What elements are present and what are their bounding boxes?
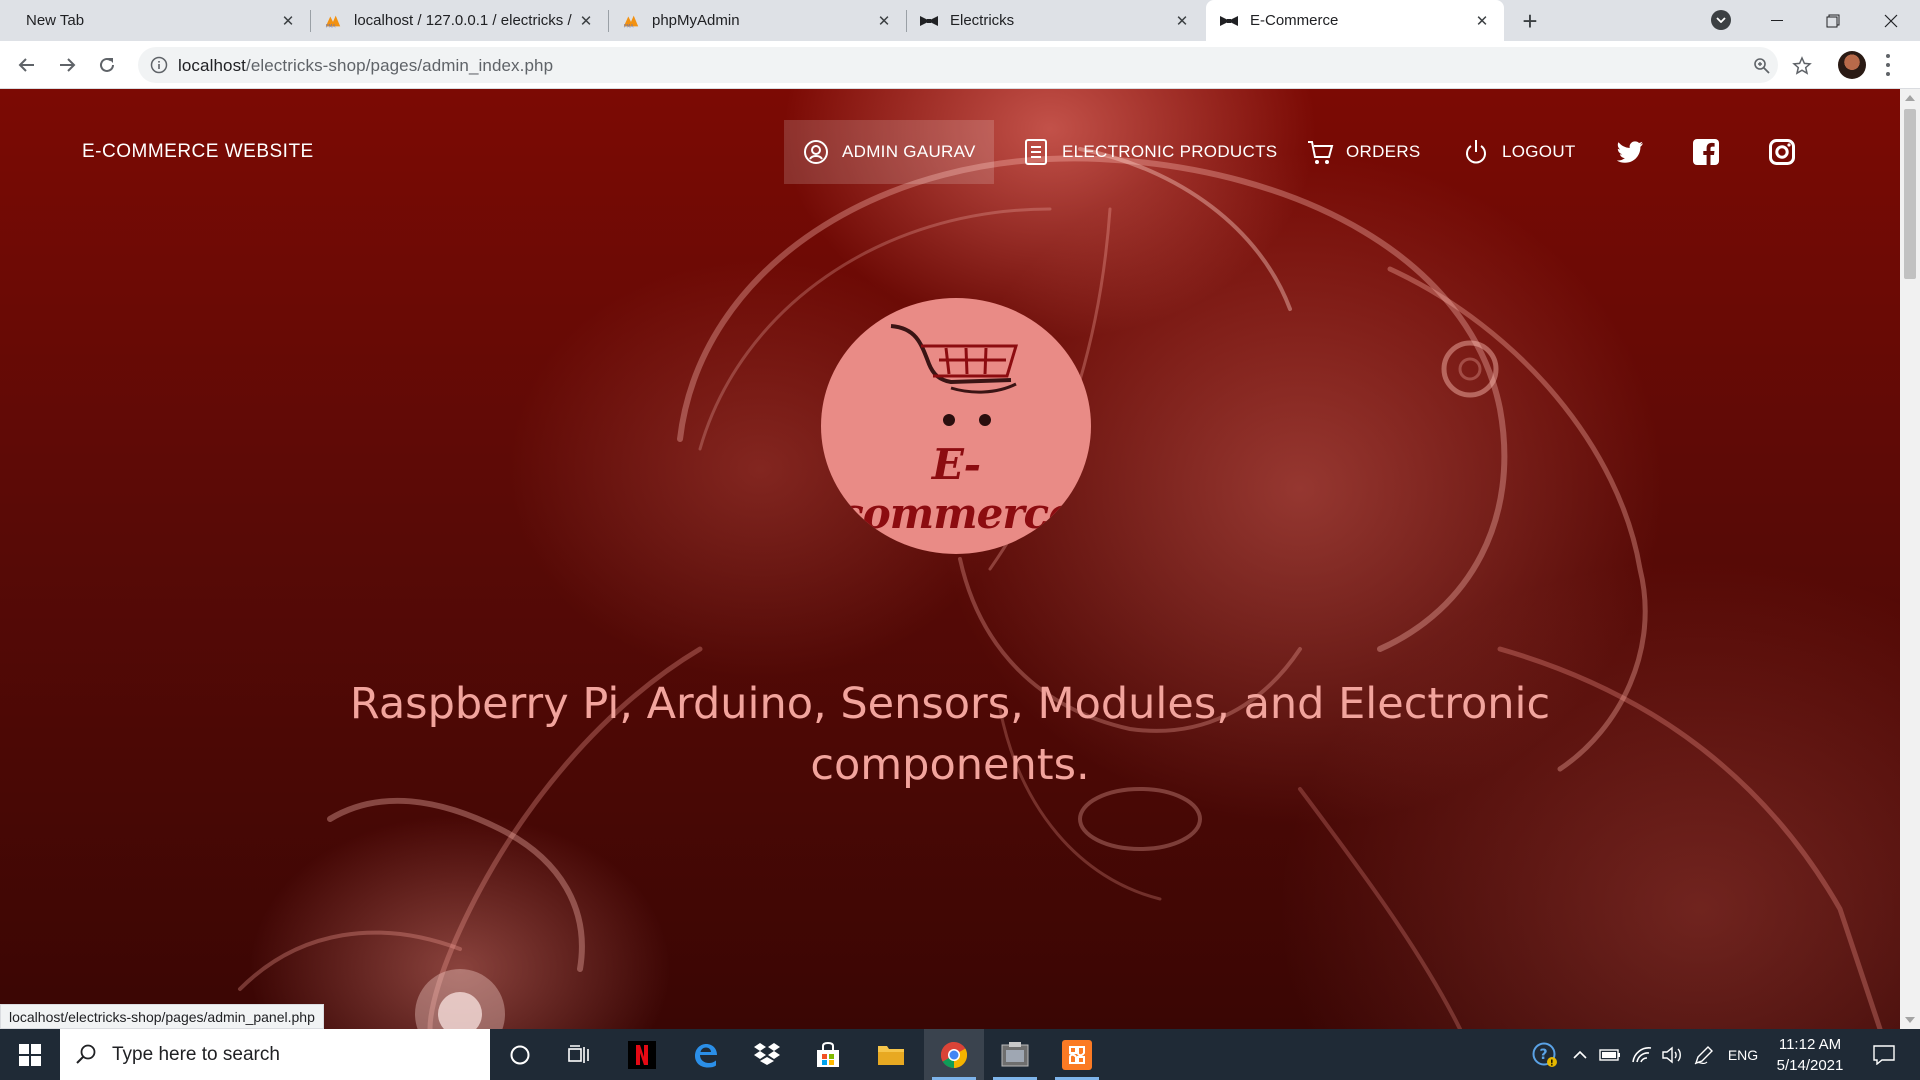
scroll-up-icon[interactable] <box>1905 95 1915 101</box>
taskbar-search-box[interactable]: Type here to search <box>60 1029 490 1080</box>
system-clock[interactable]: 11:12 AM 5/14/2021 <box>1765 1034 1855 1076</box>
tab-phpmyadmin-db[interactable]: PMA localhost / 127.0.0.1 / electricks /… <box>310 0 609 41</box>
logo-text: E-commerce <box>838 440 1075 538</box>
list-icon <box>1022 138 1050 166</box>
url-host: localhost <box>178 56 246 75</box>
hero-headline-line: Raspberry Pi, Arduino, Sensors, Modules,… <box>349 679 1551 729</box>
scroll-thumb[interactable] <box>1904 109 1916 279</box>
url-text[interactable]: localhost/electricks-shop/pages/admin_in… <box>178 56 553 76</box>
tab-new-tab[interactable]: New Tab ✕ <box>12 0 311 41</box>
language-indicator[interactable]: ENG <box>1720 1029 1766 1080</box>
forward-arrow-icon[interactable] <box>53 51 81 79</box>
url-path: /electricks-shop/pages/admin_index.php <box>246 56 554 75</box>
notification-center-icon[interactable] <box>1864 1029 1904 1080</box>
help-icon[interactable]: ?! <box>1530 1029 1560 1080</box>
app-window-icon[interactable] <box>985 1029 1045 1080</box>
tab-close-icon[interactable]: ✕ <box>278 11 298 31</box>
nav-label: ELECTRONIC PRODUCTS <box>1062 142 1278 161</box>
microsoft-store-icon[interactable] <box>798 1029 858 1080</box>
search-placeholder: Type here to search <box>112 1043 280 1065</box>
restore-icon[interactable] <box>1808 0 1858 41</box>
bookmark-star-icon[interactable] <box>1792 56 1812 76</box>
close-window-icon[interactable] <box>1866 0 1916 41</box>
tab-title: localhost / 127.0.0.1 / electricks / <box>354 12 572 29</box>
tab-electricks[interactable]: Electricks ✕ <box>906 0 1204 41</box>
profile-avatar[interactable] <box>1838 51 1866 79</box>
svg-text:PMA: PMA <box>624 23 635 29</box>
svg-text:?: ? <box>1540 1047 1548 1063</box>
robot-background-image <box>238 147 1883 1029</box>
windows-start-icon[interactable] <box>0 1029 60 1080</box>
twitter-icon[interactable] <box>1615 137 1645 167</box>
nav-logout[interactable]: LOGOUT <box>1462 120 1576 184</box>
file-explorer-icon[interactable] <box>861 1029 921 1080</box>
bowtie-icon <box>920 12 938 30</box>
chrome-icon[interactable] <box>924 1029 984 1080</box>
tab-close-icon[interactable]: ✕ <box>576 11 596 31</box>
hero-headline: Raspberry Pi, Arduino, Sensors, Modules,… <box>300 674 1600 796</box>
tab-title: New Tab <box>26 12 85 29</box>
zoom-icon[interactable] <box>1752 56 1772 76</box>
info-icon[interactable] <box>150 56 168 74</box>
svg-text:PMA: PMA <box>326 23 337 29</box>
scroll-down-icon[interactable] <box>1905 1017 1915 1023</box>
pen-icon[interactable] <box>1690 1029 1718 1080</box>
tab-close-icon[interactable]: ✕ <box>1472 11 1492 31</box>
user-circle-icon <box>802 138 830 166</box>
tab-e-commerce[interactable]: E-Commerce ✕ <box>1206 0 1504 41</box>
tab-title: E-Commerce <box>1250 12 1339 29</box>
chevron-up-icon[interactable] <box>1568 1029 1592 1080</box>
windows-taskbar: Type here to search ?! ENG 11:12 AM 5/14… <box>0 1029 1920 1080</box>
search-icon <box>76 1044 96 1064</box>
facebook-icon[interactable] <box>1691 137 1721 167</box>
back-arrow-icon[interactable] <box>13 51 41 79</box>
page-hero: E-COMMERCE WEBSITE ADMIN GAURAV ELECTRON… <box>0 89 1900 1029</box>
tab-title: Electricks <box>950 12 1015 29</box>
nav-label: ORDERS <box>1346 142 1421 161</box>
clock-date: 5/14/2021 <box>1776 1057 1844 1074</box>
battery-icon[interactable] <box>1596 1029 1624 1080</box>
clock-time: 11:12 AM <box>1778 1036 1842 1053</box>
volume-icon[interactable] <box>1658 1029 1686 1080</box>
nav-label: ADMIN GAURAV <box>842 142 976 161</box>
link-status-bar: localhost/electricks-shop/pages/admin_pa… <box>0 1004 324 1029</box>
phpmyadmin-icon: PMA <box>324 12 342 30</box>
task-view-icon[interactable] <box>550 1029 610 1080</box>
cortana-icon[interactable] <box>490 1029 550 1080</box>
phpmyadmin-icon: PMA <box>622 12 640 30</box>
browser-toolbar: localhost/electricks-shop/pages/admin_in… <box>0 41 1920 89</box>
power-icon <box>1462 138 1490 166</box>
edge-browser-icon[interactable] <box>675 1029 735 1080</box>
nav-electronic-products[interactable]: ELECTRONIC PRODUCTS <box>1022 120 1277 184</box>
nav-orders[interactable]: ORDERS <box>1306 120 1421 184</box>
browser-tab-strip: New Tab ✕ PMA localhost / 127.0.0.1 / el… <box>0 0 1920 41</box>
cart-icon <box>1306 138 1334 166</box>
e-commerce-logo: E-commerce <box>821 298 1091 554</box>
xampp-icon[interactable] <box>1047 1029 1107 1080</box>
nav-label: LOGOUT <box>1502 142 1576 161</box>
nav-admin-profile[interactable]: ADMIN GAURAV <box>784 120 994 184</box>
svg-text:!: ! <box>1550 1058 1554 1067</box>
address-bar[interactable]: localhost/electricks-shop/pages/admin_in… <box>138 47 1778 83</box>
tab-close-icon[interactable]: ✕ <box>1172 11 1192 31</box>
tab-close-icon[interactable]: ✕ <box>874 11 894 31</box>
tab-phpmyadmin[interactable]: PMA phpMyAdmin ✕ <box>608 0 907 41</box>
minimize-icon[interactable] <box>1752 0 1802 41</box>
new-tab-button[interactable]: + <box>1516 6 1544 36</box>
hero-headline-line: components. <box>810 740 1090 790</box>
menu-kebab-icon[interactable] <box>1884 52 1892 78</box>
wifi-icon[interactable] <box>1628 1029 1656 1080</box>
page-scrollbar[interactable] <box>1900 89 1920 1029</box>
netflix-icon[interactable] <box>612 1029 672 1080</box>
tab-title: phpMyAdmin <box>652 12 740 29</box>
dropbox-icon[interactable] <box>737 1029 797 1080</box>
bowtie-icon <box>1220 12 1238 30</box>
site-brand[interactable]: E-COMMERCE WEBSITE <box>82 141 314 163</box>
instagram-icon[interactable] <box>1767 137 1797 167</box>
reload-icon[interactable] <box>93 51 121 79</box>
tab-search-icon[interactable] <box>1711 10 1731 30</box>
